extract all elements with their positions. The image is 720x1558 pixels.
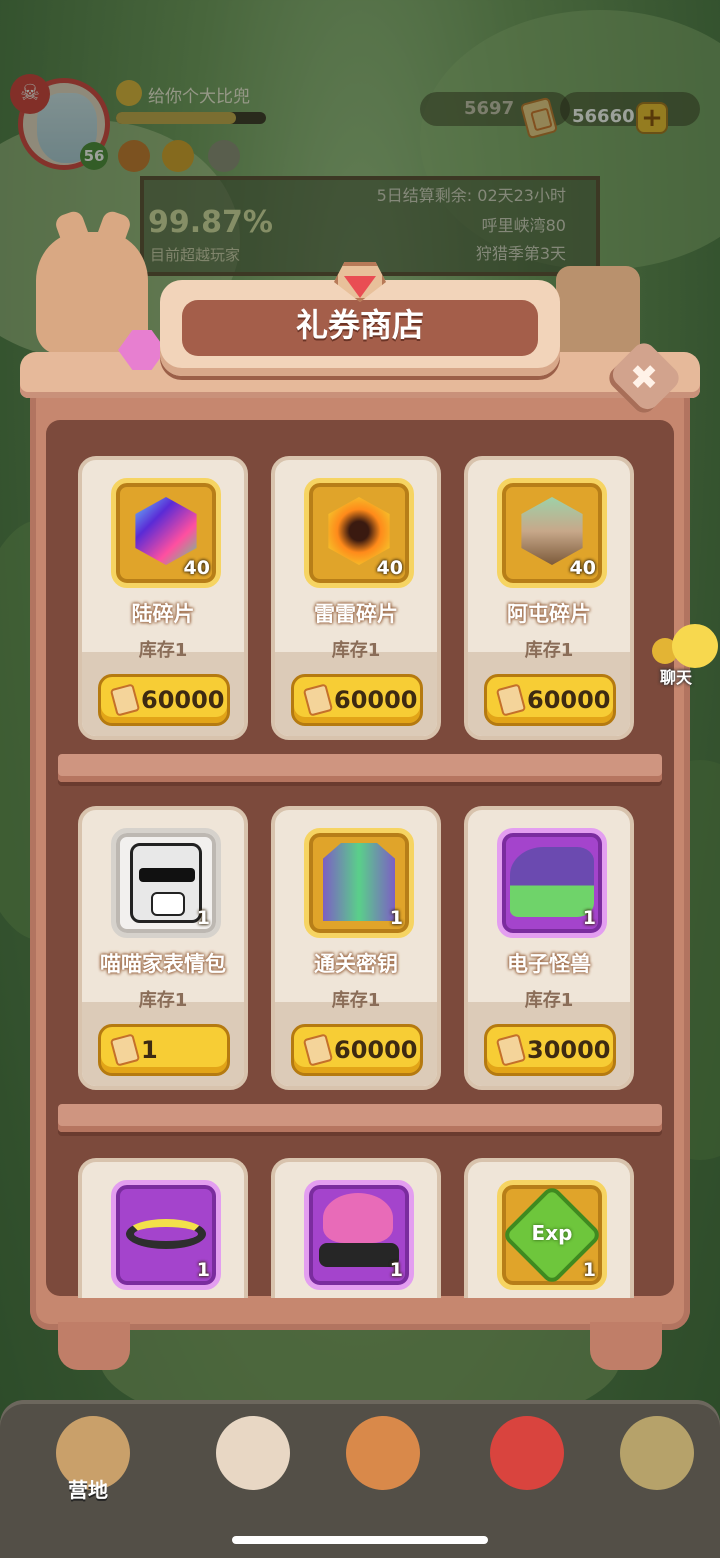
item-name: 电子怪兽	[507, 952, 591, 976]
item-name: 雷雷碎片	[314, 602, 398, 626]
ticket-icon	[109, 1033, 141, 1067]
cabinet-foot-right	[590, 1322, 662, 1370]
home-indicator[interactable]	[232, 1536, 488, 1544]
shop-item-card[interactable]: 1 喵喵家表情包 库存1 1	[78, 806, 248, 1090]
leilei-shard-icon: 40	[304, 478, 414, 588]
buy-button[interactable]: 60000	[291, 1024, 423, 1076]
ticket-icon	[302, 683, 334, 717]
item-stock: 库存1	[331, 990, 381, 1011]
sneaker-icon: 1	[497, 828, 607, 938]
shop-title: 礼券商店	[295, 306, 424, 344]
nav-label-camp[interactable]: 营地	[68, 1474, 108, 1503]
cat-sticker-icon: 1	[111, 828, 221, 938]
item-price: 60000	[334, 1036, 418, 1064]
chat-icon[interactable]	[672, 624, 718, 668]
chat-label[interactable]: 聊天	[660, 664, 692, 688]
ticket-icon	[302, 1033, 334, 1067]
item-stock: 库存1	[331, 640, 381, 661]
ticket-icon	[495, 1033, 527, 1067]
shop-item-card[interactable]: Exp 1	[464, 1158, 634, 1298]
item-quantity: 40	[569, 557, 596, 579]
hero-character-icon	[216, 1416, 290, 1490]
item-quantity: 1	[196, 907, 210, 929]
buy-button[interactable]: 30000	[484, 1024, 616, 1076]
buy-button[interactable]: 1	[98, 1024, 230, 1076]
shop-item-card[interactable]: 40 雷雷碎片 库存1 60000	[271, 456, 441, 740]
item-stock: 库存1	[138, 990, 188, 1011]
atun-shard-icon: 40	[497, 478, 607, 588]
lu-shard-icon: 40	[111, 478, 221, 588]
shop-item-card[interactable]: 1	[271, 1158, 441, 1298]
buy-button[interactable]: 60000	[291, 674, 423, 726]
item-price: 60000	[334, 686, 418, 714]
item-stock: 库存1	[524, 990, 574, 1011]
shop-item-card[interactable]: 40 陆碎片 库存1 60000	[78, 456, 248, 740]
nav-item-5[interactable]	[600, 1410, 710, 1510]
visor-icon: 1	[111, 1180, 221, 1290]
item-price: 60000	[527, 686, 611, 714]
bird-character-icon	[490, 1416, 564, 1490]
buy-button[interactable]: 60000	[98, 674, 230, 726]
item-stock: 库存1	[524, 640, 574, 661]
item-quantity: 1	[196, 1259, 210, 1281]
shop-item-card[interactable]: 1 电子怪兽 库存1 30000	[464, 806, 634, 1090]
item-name: 阿屯碎片	[507, 602, 591, 626]
shelf-1	[58, 754, 662, 782]
item-quantity: 1	[389, 1259, 403, 1281]
item-quantity: 1	[582, 907, 596, 929]
item-price: 1	[141, 1036, 158, 1064]
shop-item-card[interactable]: 1	[78, 1158, 248, 1298]
totem-statue-decoration	[556, 266, 640, 358]
nav-item-2[interactable]	[196, 1410, 306, 1510]
ticket-icon	[109, 683, 141, 717]
hair-goggles-icon: 1	[304, 1180, 414, 1290]
item-name: 陆碎片	[131, 602, 195, 626]
mask-character-icon	[346, 1416, 420, 1490]
item-quantity: 40	[376, 557, 403, 579]
item-quantity: 1	[582, 1259, 596, 1281]
nav-item-3[interactable]	[326, 1410, 436, 1510]
close-icon[interactable]: ✖	[616, 350, 672, 406]
item-name: 喵喵家表情包	[100, 952, 226, 976]
totem-character-icon	[620, 1416, 694, 1490]
item-name: 通关密钥	[314, 952, 398, 976]
item-price: 30000	[527, 1036, 611, 1064]
shop-item-card[interactable]: 1 通关密钥 库存1 60000	[271, 806, 441, 1090]
ticket-icon	[495, 683, 527, 717]
buy-button[interactable]: 60000	[484, 674, 616, 726]
shelf-2	[58, 1104, 662, 1132]
item-quantity: 40	[183, 557, 210, 579]
shop-item-card[interactable]: 40 阿屯碎片 库存1 60000	[464, 456, 634, 740]
nav-item-4[interactable]	[470, 1410, 580, 1510]
item-stock: 库存1	[138, 640, 188, 661]
item-quantity: 1	[389, 907, 403, 929]
jacket-icon: 1	[304, 828, 414, 938]
cabinet-foot-left	[58, 1322, 130, 1370]
exp-icon: Exp 1	[497, 1180, 607, 1290]
item-price: 60000	[141, 686, 225, 714]
